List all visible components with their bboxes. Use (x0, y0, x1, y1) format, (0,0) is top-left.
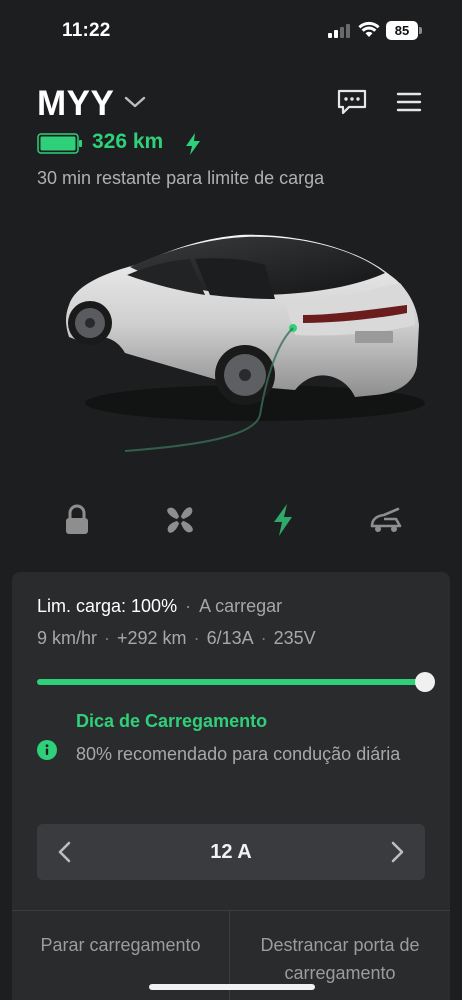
voltage: 235V (273, 628, 316, 648)
home-indicator[interactable] (149, 984, 315, 990)
wifi-icon (358, 21, 380, 37)
tip-text: 80% recomendado para condução diária (76, 744, 401, 764)
chevron-right-icon[interactable] (383, 838, 411, 866)
charging-state: A carregar (199, 596, 283, 616)
charge-limit-row: Lim. carga: 100% · A carregar (37, 596, 283, 616)
battery-status-icon: 85 (386, 21, 422, 40)
battery-percent: 85 (386, 21, 418, 40)
charge-limit-label: Lim. carga: 100% (37, 596, 178, 616)
status-time: 11:22 (62, 20, 111, 41)
lock-icon[interactable] (57, 500, 97, 540)
amperage-stepper: 12 A (37, 824, 425, 880)
slider-thumb[interactable] (415, 672, 435, 692)
message-icon[interactable] (336, 88, 368, 116)
quick-actions-bar (0, 500, 462, 544)
charge-rate: 9 km/hr (37, 628, 98, 648)
vehicle-name[interactable]: MYY (37, 84, 114, 124)
charging-panel: Lim. carga: 100% · A carregar 9 km/hr · +292… (12, 572, 450, 1000)
car-image (66, 234, 425, 452)
charging-stats-row: 9 km/hr · +292 km · 6/13A · 235V (37, 628, 316, 648)
status-bar: 11:22 85 (0, 0, 462, 58)
fan-icon[interactable] (160, 500, 200, 540)
battery-level-icon (37, 133, 82, 154)
bolt-icon[interactable] (263, 500, 303, 540)
trunk-icon[interactable] (366, 500, 406, 540)
slider-fill (37, 679, 425, 685)
range-added: +292 km (117, 628, 187, 648)
range-text: 326 km (92, 130, 164, 153)
menu-icon[interactable] (396, 91, 422, 113)
charge-limit-slider[interactable] (37, 672, 435, 692)
cellular-signal-icon (328, 24, 352, 38)
charge-status-text: 30 min restante para limite de carga (37, 168, 325, 188)
charging-bolt-icon (186, 133, 200, 155)
current-amps: 6/13A (206, 628, 254, 648)
chevron-down-icon[interactable] (123, 94, 147, 110)
tip-title: Dica de Carregamento (76, 711, 268, 731)
info-icon (37, 740, 57, 760)
amperage-value: 12 A (210, 841, 252, 863)
